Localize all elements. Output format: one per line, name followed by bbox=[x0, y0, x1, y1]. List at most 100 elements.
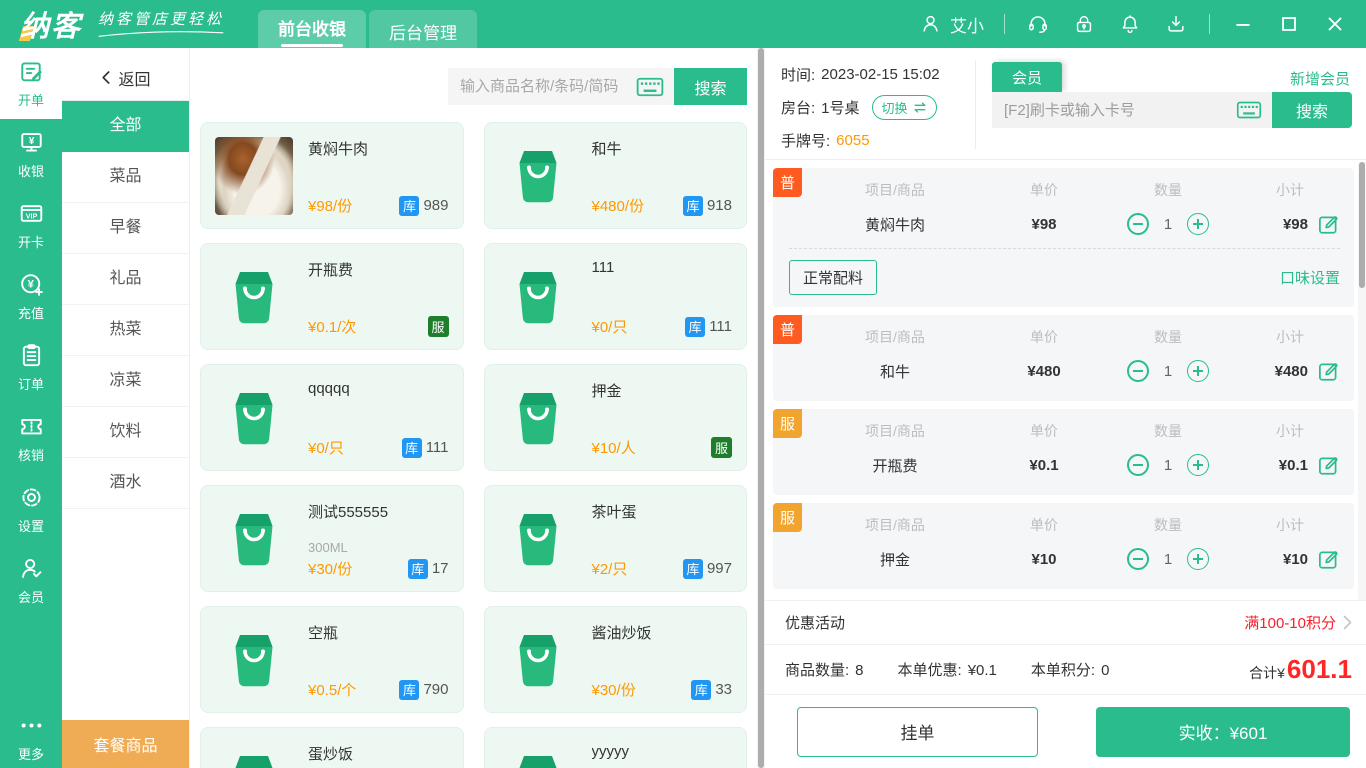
hold-order-button[interactable]: 挂单 bbox=[797, 706, 1038, 757]
app-logo: 纳客 bbox=[20, 3, 82, 45]
product-card[interactable]: 茶叶蛋 ¥2/只 库 997 bbox=[483, 485, 747, 592]
increase-quantity-button[interactable] bbox=[1187, 360, 1210, 382]
cart-item-headers: 项目/商品 单价 数量 小计 bbox=[865, 517, 1304, 533]
window-minimize-button[interactable] bbox=[1230, 11, 1256, 37]
product-name: 111 bbox=[591, 259, 615, 276]
product-card[interactable]: 测试555555 300ML ¥30/份 库 17 bbox=[200, 485, 464, 592]
category-item[interactable]: 礼品 bbox=[62, 254, 189, 305]
product-card[interactable]: 押金 ¥10/人 服 bbox=[483, 364, 747, 471]
nav-item-open-card[interactable]: VIP 开卡 bbox=[0, 190, 62, 261]
total-amount: 601.1 bbox=[1286, 654, 1352, 684]
support-headset-button[interactable] bbox=[1025, 11, 1051, 37]
nav-item-settings[interactable]: 设置 bbox=[0, 474, 62, 545]
ingredient-button[interactable]: 正常配料 bbox=[789, 260, 878, 295]
active-tab-underline bbox=[281, 44, 344, 47]
cart-item-quantity: 1 bbox=[1163, 456, 1173, 474]
user-menu[interactable]: 艾小 bbox=[920, 12, 984, 37]
product-card[interactable]: 开瓶费 ¥0.1/次 服 bbox=[200, 243, 464, 350]
category-item[interactable]: 饮料 bbox=[62, 407, 189, 458]
window-close-button[interactable] bbox=[1322, 11, 1348, 37]
topbar-right: 艾小 bbox=[920, 11, 1348, 37]
cart-scrollbar[interactable] bbox=[1358, 162, 1366, 600]
product-card[interactable]: 酱油炒饭 ¥30/份 库 33 bbox=[483, 606, 747, 713]
product-search-button[interactable]: 搜索 bbox=[674, 68, 747, 105]
edit-item-button[interactable] bbox=[1317, 360, 1340, 383]
stock-badge: 库 bbox=[685, 316, 706, 337]
member-tab[interactable]: 会员 bbox=[992, 62, 1062, 92]
category-item[interactable]: 凉菜 bbox=[62, 356, 189, 407]
cart-item-row: 和牛 ¥480 1 ¥480 bbox=[789, 351, 1340, 391]
product-price: ¥2/只 bbox=[591, 561, 628, 578]
stock-count: 989 bbox=[423, 197, 449, 214]
member-card-input[interactable] bbox=[1004, 101, 1228, 119]
tab-front-cashier[interactable]: 前台收银 bbox=[258, 10, 367, 48]
cart-item: 服 项目/商品 单价 数量 小计 押金 ¥10 1 ¥10 bbox=[773, 503, 1354, 589]
category-item[interactable]: 菜品 bbox=[62, 152, 189, 203]
keyboard-icon[interactable] bbox=[1236, 100, 1262, 120]
stock-count: 33 bbox=[715, 681, 732, 698]
product-image bbox=[499, 258, 577, 336]
shopping-bag-icon bbox=[235, 272, 273, 324]
stock-count: 790 bbox=[423, 681, 449, 698]
nav-item-verify[interactable]: 核销 bbox=[0, 403, 62, 474]
promo-row[interactable]: 优惠活动 满100-10积分 bbox=[765, 600, 1366, 644]
category-item[interactable]: 酒水 bbox=[62, 458, 189, 509]
category-item[interactable]: 全部 bbox=[62, 101, 189, 152]
decrease-quantity-button[interactable] bbox=[1126, 454, 1149, 476]
product-card[interactable]: yyyyy bbox=[483, 727, 747, 768]
decrease-quantity-button[interactable] bbox=[1126, 548, 1149, 570]
nav-item-orders[interactable]: 订单 bbox=[0, 332, 62, 403]
receive-payment-button[interactable]: 实收：¥601 bbox=[1096, 706, 1350, 757]
nav-item-recharge[interactable]: ¥ 充值 bbox=[0, 261, 62, 332]
product-card[interactable]: 蛋炒饭 bbox=[200, 727, 464, 768]
tab-back-management[interactable]: 后台管理 bbox=[369, 10, 478, 48]
product-card[interactable]: 空瓶 ¥0.5/个 库 790 bbox=[200, 606, 464, 713]
product-scrollbar-thumb[interactable] bbox=[758, 48, 764, 768]
member-search-button[interactable]: 搜索 bbox=[1272, 92, 1352, 128]
product-card[interactable]: 黄焖牛肉 ¥98/份 库 989 bbox=[200, 122, 464, 229]
flavor-settings-link[interactable]: 口味设置 bbox=[1280, 267, 1340, 288]
notifications-button[interactable] bbox=[1117, 11, 1143, 37]
lock-screen-button[interactable] bbox=[1071, 11, 1097, 37]
decrease-quantity-button[interactable] bbox=[1126, 213, 1149, 235]
edit-item-button[interactable] bbox=[1317, 548, 1340, 571]
increase-quantity-button[interactable] bbox=[1187, 548, 1210, 570]
product-search-input[interactable] bbox=[460, 78, 628, 95]
increase-quantity-button[interactable] bbox=[1187, 454, 1210, 476]
cart-item-name: 开瓶费 bbox=[872, 457, 918, 475]
nav-item-cashier[interactable]: ¥ 收银 bbox=[0, 119, 62, 190]
nav-item-members[interactable]: 会员 bbox=[0, 545, 62, 616]
category-item[interactable]: 早餐 bbox=[62, 203, 189, 254]
product-card[interactable]: qqqqq ¥0/只 库 111 bbox=[200, 364, 464, 471]
cart-scrollbar-thumb[interactable] bbox=[1359, 162, 1365, 288]
product-stock: 库 989 bbox=[399, 195, 449, 216]
edit-item-button[interactable] bbox=[1317, 213, 1340, 236]
quantity-stepper: 1 bbox=[1087, 360, 1249, 382]
download-icon bbox=[1168, 15, 1184, 32]
back-button[interactable]: 返回 bbox=[62, 55, 189, 101]
nav-item-more[interactable]: 更多 bbox=[0, 706, 62, 768]
stock-count: 111 bbox=[425, 439, 449, 456]
recharge-icon: ¥ bbox=[20, 274, 43, 296]
product-card[interactable]: 111 ¥0/只 库 111 bbox=[483, 243, 747, 350]
combo-products-button[interactable]: 套餐商品 bbox=[62, 720, 189, 768]
product-image bbox=[215, 742, 293, 768]
add-member-link[interactable]: 新增会员 bbox=[1290, 68, 1350, 89]
download-updates-button[interactable] bbox=[1163, 11, 1189, 37]
switch-table-button[interactable]: 切换 bbox=[871, 95, 937, 120]
window-maximize-button[interactable] bbox=[1276, 11, 1302, 37]
increase-quantity-button[interactable] bbox=[1187, 213, 1210, 235]
edit-item-button[interactable] bbox=[1317, 454, 1340, 477]
product-stock: 库 790 bbox=[399, 679, 449, 700]
decrease-quantity-button[interactable] bbox=[1126, 360, 1149, 382]
product-scrollbar[interactable] bbox=[757, 48, 765, 768]
cart-item-subtotal: ¥98 bbox=[1282, 215, 1308, 233]
nav-item-open-order[interactable]: 开单 bbox=[0, 48, 62, 119]
product-stock: 库 111 bbox=[685, 316, 732, 337]
keyboard-icon[interactable] bbox=[636, 76, 664, 98]
member-person-icon bbox=[21, 558, 41, 578]
category-item[interactable]: 热菜 bbox=[62, 305, 189, 356]
shopping-bag-icon bbox=[519, 151, 556, 203]
product-card[interactable]: 和牛 ¥480/份 库 918 bbox=[483, 122, 747, 229]
product-grid: 黄焖牛肉 ¥98/份 库 989 和牛 ¥480/份 库 918 开瓶费 ¥0.… bbox=[200, 122, 747, 768]
